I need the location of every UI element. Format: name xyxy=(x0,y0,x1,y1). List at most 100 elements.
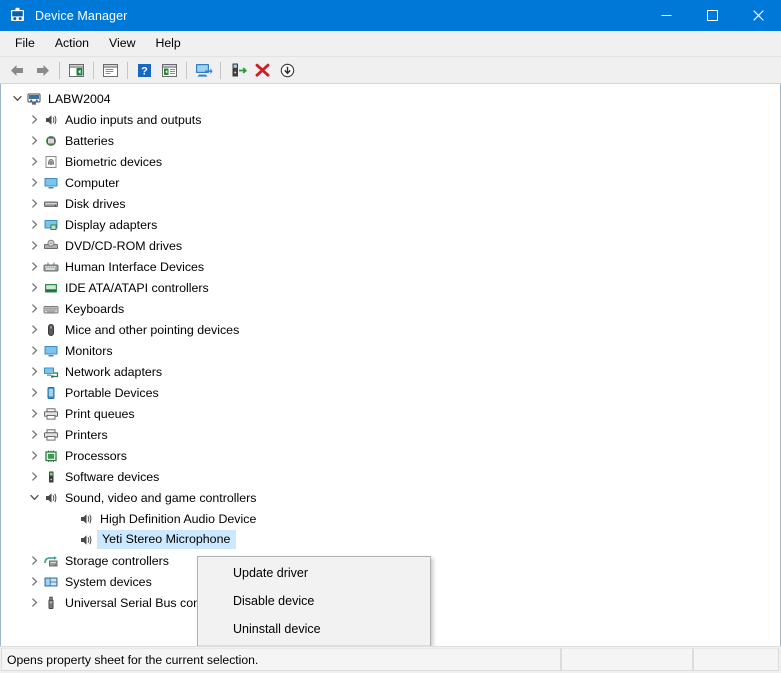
chevron-right-icon[interactable] xyxy=(26,574,42,590)
tree-node[interactable]: Disk drives xyxy=(1,193,780,214)
chevron-right-icon[interactable] xyxy=(26,364,42,380)
uninstall-device-icon[interactable] xyxy=(250,58,275,82)
chevron-right-icon[interactable] xyxy=(26,469,42,485)
menu-view[interactable]: View xyxy=(99,33,145,54)
scan-for-hardware-changes-icon[interactable] xyxy=(191,58,216,82)
keyboard-icon xyxy=(42,301,60,317)
tree-node[interactable]: Printers xyxy=(1,424,780,445)
view-details-icon[interactable] xyxy=(157,58,182,82)
tree-node-label: Computer xyxy=(65,175,120,190)
update-driver-icon[interactable] xyxy=(225,58,250,82)
tree-node-label: Portable Devices xyxy=(65,385,159,400)
toolbar: ? xyxy=(0,57,781,84)
chevron-down-icon[interactable] xyxy=(26,490,42,506)
speaker-icon xyxy=(77,511,95,527)
chevron-right-icon[interactable] xyxy=(26,427,42,443)
fingerprint-icon xyxy=(42,154,60,170)
tree-node[interactable]: Keyboards xyxy=(1,298,780,319)
device-manager-icon xyxy=(9,7,26,24)
network-adapter-icon xyxy=(42,364,60,380)
tree-node-label: Human Interface Devices xyxy=(65,259,205,274)
tree-node[interactable]: Print queues xyxy=(1,403,780,424)
chevron-right-icon[interactable] xyxy=(26,238,42,254)
processor-icon xyxy=(42,448,60,464)
tree-node[interactable]: Yeti Stereo Microphone xyxy=(1,529,780,550)
context-menu-item-disable-device[interactable]: Disable device xyxy=(198,587,430,615)
context-menu-item-uninstall-device[interactable]: Uninstall device xyxy=(198,615,430,643)
tree-node-label: Software devices xyxy=(65,469,160,484)
context-menu: Update driver Disable device Uninstall d… xyxy=(197,556,431,646)
tree-node[interactable]: Biometric devices xyxy=(1,151,780,172)
chevron-right-icon[interactable] xyxy=(26,406,42,422)
chevron-right-icon[interactable] xyxy=(26,322,42,338)
printer-icon xyxy=(42,427,60,443)
tree-node[interactable]: Processors xyxy=(1,445,780,466)
menu-file[interactable]: File xyxy=(5,33,45,54)
system-device-icon xyxy=(42,574,60,590)
help-icon[interactable]: ? xyxy=(132,58,157,82)
disk-drive-icon xyxy=(42,196,60,212)
tree-node[interactable]: Sound, video and game controllers xyxy=(1,487,780,508)
chevron-right-icon[interactable] xyxy=(26,448,42,464)
menu-help[interactable]: Help xyxy=(145,33,190,54)
close-button[interactable] xyxy=(735,0,781,31)
chevron-right-icon[interactable] xyxy=(26,280,42,296)
tree-node[interactable]: Computer xyxy=(1,172,780,193)
display-adapter-icon xyxy=(42,217,60,233)
menu-bar: File Action View Help xyxy=(0,31,781,57)
chevron-right-icon[interactable] xyxy=(26,301,42,317)
software-device-icon xyxy=(42,469,60,485)
tree-node[interactable]: Network adapters xyxy=(1,361,780,382)
tree-node[interactable]: IDE ATA/ATAPI controllers xyxy=(1,277,780,298)
tree-node[interactable]: Portable Devices xyxy=(1,382,780,403)
toolbar-separator xyxy=(93,61,94,79)
tree-node[interactable]: Batteries xyxy=(1,130,780,151)
tree-node-label: Display adapters xyxy=(65,217,158,232)
tree-node[interactable]: Mice and other pointing devices xyxy=(1,319,780,340)
tree-node-label: Keyboards xyxy=(65,301,125,316)
chevron-down-icon[interactable] xyxy=(9,91,25,107)
battery-icon xyxy=(42,133,60,149)
tree-node[interactable]: Human Interface Devices xyxy=(1,256,780,277)
disable-device-icon[interactable] xyxy=(275,58,300,82)
hid-icon xyxy=(42,259,60,275)
tree-node[interactable]: High Definition Audio Device xyxy=(1,508,780,529)
tree-node-label: Audio inputs and outputs xyxy=(65,112,202,127)
device-tree: LABW2004 Audio inputs and outputs Batterie… xyxy=(1,84,780,613)
menu-action[interactable]: Action xyxy=(45,33,99,54)
optical-drive-icon xyxy=(42,238,60,254)
speaker-icon xyxy=(42,490,60,506)
tree-node-label: High Definition Audio Device xyxy=(100,511,257,526)
properties-icon[interactable] xyxy=(98,58,123,82)
tree-node[interactable]: DVD/CD-ROM drives xyxy=(1,235,780,256)
chevron-right-icon[interactable] xyxy=(26,217,42,233)
tree-node[interactable]: LABW2004 xyxy=(1,88,780,109)
chevron-right-icon[interactable] xyxy=(26,343,42,359)
context-menu-item-update-driver[interactable]: Update driver xyxy=(198,559,430,587)
chevron-right-icon[interactable] xyxy=(26,175,42,191)
chevron-right-icon[interactable] xyxy=(26,595,42,611)
back-icon[interactable] xyxy=(5,58,30,82)
chevron-right-icon[interactable] xyxy=(26,133,42,149)
tree-node[interactable]: Monitors xyxy=(1,340,780,361)
chevron-right-icon[interactable] xyxy=(26,259,42,275)
tree-node[interactable]: Display adapters xyxy=(1,214,780,235)
show-hide-console-tree-icon[interactable] xyxy=(64,58,89,82)
chevron-right-icon[interactable] xyxy=(26,154,42,170)
minimize-button[interactable] xyxy=(643,0,689,31)
maximize-button[interactable] xyxy=(689,0,735,31)
chevron-right-icon[interactable] xyxy=(26,385,42,401)
chevron-right-icon[interactable] xyxy=(26,553,42,569)
title-bar: Device Manager xyxy=(0,0,781,31)
tree-node-label: LABW2004 xyxy=(48,91,111,106)
device-tree-panel[interactable]: LABW2004 Audio inputs and outputs Batterie… xyxy=(0,84,781,646)
status-pane-2 xyxy=(561,648,693,671)
tree-node-label: Processors xyxy=(65,448,127,463)
chevron-right-icon[interactable] xyxy=(26,112,42,128)
tree-node[interactable]: Software devices xyxy=(1,466,780,487)
tree-node[interactable]: Audio inputs and outputs xyxy=(1,109,780,130)
tree-node-label: Storage controllers xyxy=(65,553,169,568)
chevron-right-icon[interactable] xyxy=(26,196,42,212)
forward-icon[interactable] xyxy=(30,58,55,82)
